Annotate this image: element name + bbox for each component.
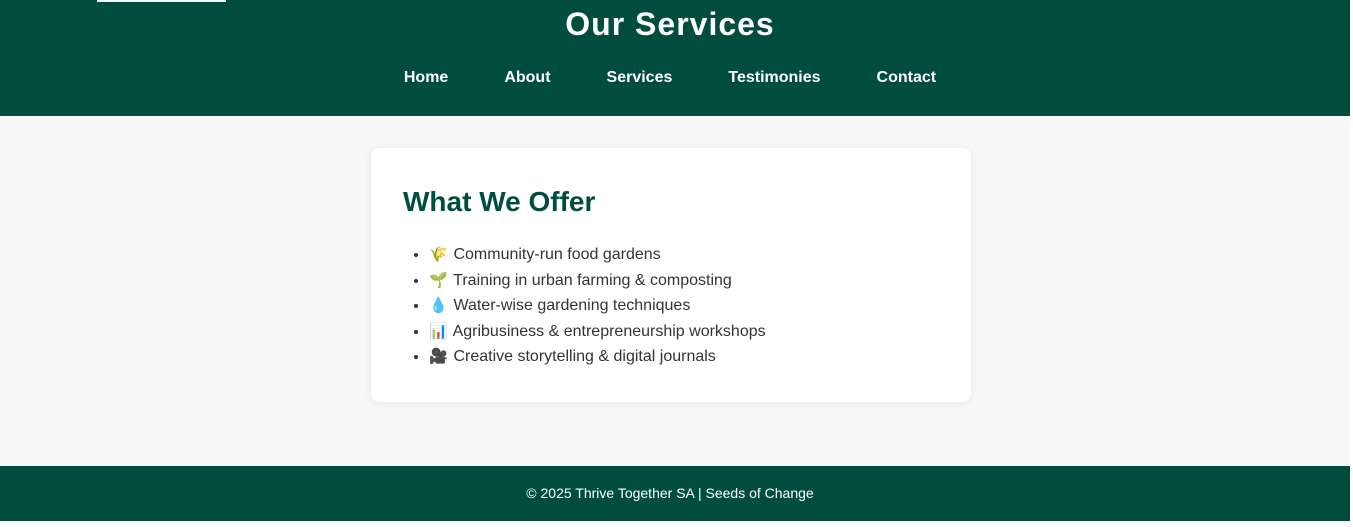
nav-link-about[interactable]: About bbox=[504, 66, 550, 90]
site-header: Our Services Home About Services Testimo… bbox=[0, 0, 1350, 116]
seedling-icon: 🌱 bbox=[429, 271, 448, 289]
list-item: 💧 Water-wise gardening techniques bbox=[429, 293, 766, 319]
list-item: 🎥 Creative storytelling & digital journa… bbox=[429, 344, 766, 370]
list-item: 🌾 Community-run food gardens bbox=[429, 242, 766, 268]
offer-list: 🌾 Community-run food gardens 🌱 Training … bbox=[405, 242, 766, 370]
nav-link-testimonies[interactable]: Testimonies bbox=[728, 66, 820, 90]
list-item-text: Training in urban farming & composting bbox=[453, 271, 732, 289]
footer-copyright: © 2025 Thrive Together SA | Seeds of Cha… bbox=[526, 485, 814, 501]
site-footer: © 2025 Thrive Together SA | Seeds of Cha… bbox=[0, 466, 1350, 521]
water-drop-icon: 💧 bbox=[429, 297, 448, 314]
nav-link-contact[interactable]: Contact bbox=[877, 66, 937, 90]
rice-plant-icon: 🌾 bbox=[429, 246, 448, 263]
window-bottom-edge bbox=[0, 521, 1353, 527]
nav-link-home[interactable]: Home bbox=[404, 66, 448, 90]
list-item-text: Community-run food gardens bbox=[453, 246, 661, 263]
list-item-text: Agribusiness & entrepreneurship workshop… bbox=[452, 322, 766, 340]
nav-link-services[interactable]: Services bbox=[607, 66, 673, 90]
card-title: What We Offer bbox=[403, 186, 596, 217]
list-item: 📊 Agribusiness & entrepreneurship worksh… bbox=[429, 319, 766, 345]
page-title: Our Services bbox=[565, 6, 775, 42]
main-navigation: Home About Services Testimonies Contact bbox=[0, 66, 1340, 90]
video-camera-icon: 🎥 bbox=[429, 348, 448, 365]
bar-chart-icon: 📊 bbox=[429, 322, 448, 340]
list-item-text: Creative storytelling & digital journals bbox=[453, 348, 716, 365]
list-item-text: Water-wise gardening techniques bbox=[453, 297, 691, 314]
services-card: What We Offer 🌾 Community-run food garde… bbox=[371, 148, 971, 402]
main-content: What We Offer 🌾 Community-run food garde… bbox=[0, 116, 1350, 466]
list-item: 🌱 Training in urban farming & composting bbox=[429, 268, 766, 294]
